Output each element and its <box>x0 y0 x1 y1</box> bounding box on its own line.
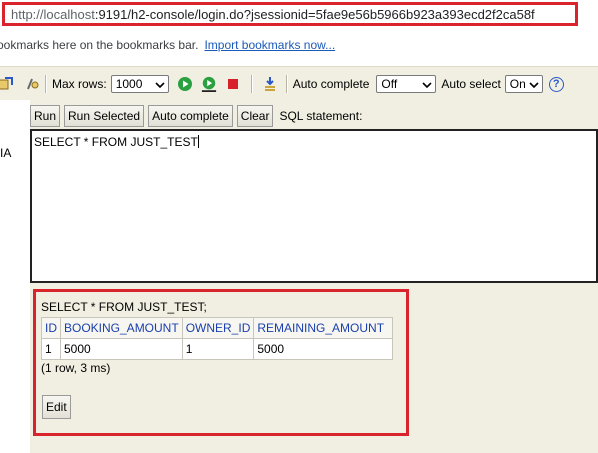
chevron-down-icon <box>422 79 432 93</box>
disconnect-icon[interactable] <box>24 76 40 92</box>
run-selected-button[interactable]: Run Selected <box>64 105 145 127</box>
history-icon[interactable] <box>262 76 278 92</box>
auto-select-value: On <box>509 77 526 91</box>
bookmarks-bar: ookmarks here on the bookmarks bar. Impo… <box>0 34 598 56</box>
toolbar-separator <box>45 75 47 93</box>
result-panel: SELECT * FROM JUST_TEST; ID BOOKING_AMOU… <box>33 289 409 436</box>
query-button-row: Run Run Selected Auto complete Clear SQL… <box>30 105 362 127</box>
sql-editor[interactable]: SELECT * FROM JUST_TEST <box>30 129 598 283</box>
run-selected-icon[interactable] <box>201 76 217 92</box>
chevron-down-icon <box>529 79 539 93</box>
table-header-row: ID BOOKING_AMOUNT OWNER_ID REMAINING_AMO… <box>41 317 394 339</box>
auto-select-label: Auto select <box>441 77 501 91</box>
bookmarks-hint-text: ookmarks here on the bookmarks bar. <box>0 38 199 52</box>
address-bar[interactable]: http://localhost:9191/h2-console/login.d… <box>2 2 578 26</box>
text-cursor <box>197 135 199 148</box>
auto-select-select[interactable]: On <box>504 75 543 93</box>
import-bookmarks-link[interactable]: Import bookmarks now... <box>204 38 335 52</box>
stop-icon[interactable] <box>225 76 241 92</box>
run-icon[interactable] <box>177 76 193 92</box>
column-header-booking-amount[interactable]: BOOKING_AMOUNT <box>60 317 183 339</box>
refresh-icon[interactable] <box>0 76 14 92</box>
url-host: http://localhost <box>11 6 95 22</box>
auto-complete-label: Auto complete <box>292 77 370 91</box>
max-rows-value: 1000 <box>115 77 143 91</box>
column-header-id[interactable]: ID <box>41 317 61 339</box>
row-count-info: (1 row, 3 ms) <box>41 361 111 375</box>
result-table: ID BOOKING_AMOUNT OWNER_ID REMAINING_AMO… <box>41 317 394 360</box>
clear-button[interactable]: Clear <box>236 105 274 127</box>
sql-text: SELECT * FROM JUST_TEST <box>34 135 198 149</box>
cell-owner-id: 1 <box>181 338 255 360</box>
run-button[interactable]: Run <box>30 105 61 127</box>
sql-statement-label: SQL statement: <box>279 109 363 123</box>
auto-complete-value: Off <box>381 77 398 91</box>
max-rows-label: Max rows: <box>52 77 107 91</box>
edit-button[interactable]: Edit <box>42 395 71 419</box>
tree-item-label: IA <box>0 146 12 160</box>
column-header-remaining-amount[interactable]: REMAINING_AMOUNT <box>253 317 394 339</box>
h2-toolbar: Max rows: 1000 Auto complete Off Auto se… <box>0 66 598 101</box>
max-rows-select[interactable]: 1000 <box>110 75 169 93</box>
url-path: :9191/h2-console/login.do?jsessionid=5fa… <box>94 6 535 22</box>
auto-complete-button[interactable]: Auto complete <box>148 105 233 127</box>
table-row: 1 5000 1 5000 <box>41 338 394 360</box>
cell-booking-amount: 5000 <box>60 338 183 360</box>
cell-id: 1 <box>41 338 61 360</box>
chevron-down-icon <box>155 79 165 93</box>
column-header-owner-id[interactable]: OWNER_ID <box>181 317 255 339</box>
auto-complete-select[interactable]: Off <box>376 75 437 93</box>
result-statement: SELECT * FROM JUST_TEST; <box>41 300 207 314</box>
query-panel: Run Run Selected Auto complete Clear SQL… <box>30 100 598 453</box>
cell-remaining-amount: 5000 <box>253 338 394 360</box>
toolbar-separator <box>250 75 253 93</box>
toolbar-separator <box>285 75 288 93</box>
help-icon[interactable]: ? <box>548 76 564 92</box>
